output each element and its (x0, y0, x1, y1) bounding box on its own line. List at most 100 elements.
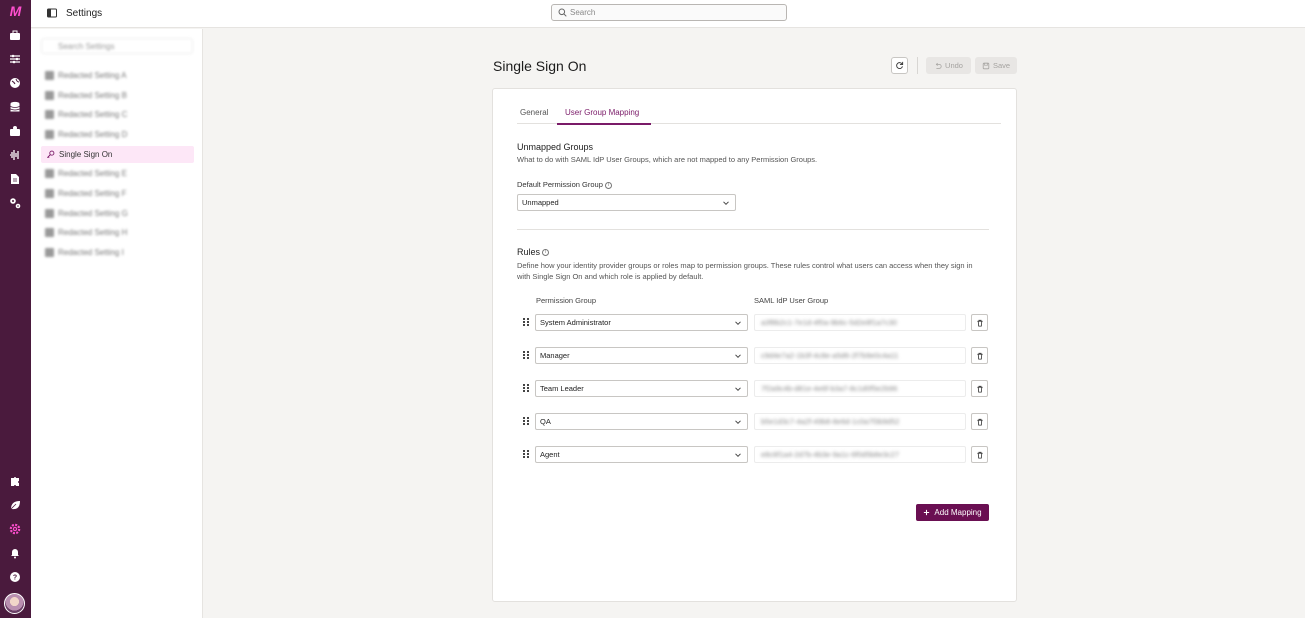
redacted-icon (45, 228, 54, 237)
drag-handle-icon[interactable] (523, 318, 529, 326)
saml-group-input[interactable]: e8c6f1a4-2d7b-4b3e-9a1c-6f0d5b8e3c27 (754, 446, 966, 463)
undo-button[interactable]: Undo (926, 57, 971, 74)
drag-handle-icon[interactable] (523, 417, 529, 425)
column-header-saml-idp-user-group: SAML IdP User Group (754, 296, 829, 305)
app-title: Settings (66, 8, 103, 19)
delete-rule-button[interactable] (971, 347, 988, 364)
redacted-icon (45, 91, 54, 100)
redacted-icon (45, 130, 54, 139)
sidebar-item-redacted-2[interactable]: Redacted Setting B (41, 87, 194, 104)
redacted-icon (45, 169, 54, 178)
waveform-icon[interactable] (8, 148, 22, 162)
permission-group-select[interactable]: QA (535, 413, 748, 430)
redacted-icon (45, 71, 54, 80)
delete-rule-button[interactable] (971, 413, 988, 430)
database-icon[interactable] (8, 100, 22, 114)
sidebar-item-redacted-4[interactable]: Redacted Setting D (41, 126, 194, 143)
info-icon[interactable]: i (604, 181, 612, 189)
sidebar-item-redacted-9[interactable]: Redacted Setting I (41, 244, 194, 261)
top-bar: Settings (31, 0, 1305, 28)
default-permission-group-label: Default Permission Group i (517, 180, 612, 189)
save-button[interactable]: Save (975, 57, 1017, 74)
briefcase-icon[interactable] (8, 28, 22, 42)
campaign-icon[interactable] (8, 124, 22, 138)
trash-icon (976, 418, 983, 426)
delete-rule-button[interactable] (971, 314, 988, 331)
permission-group-select[interactable]: Manager (535, 347, 748, 364)
trash-icon (976, 352, 983, 360)
permission-group-select[interactable]: Team Leader (535, 380, 748, 397)
refresh-button[interactable] (891, 57, 908, 74)
unmapped-groups-heading: Unmapped Groups (517, 142, 594, 152)
redacted-icon (45, 189, 54, 198)
drag-handle-icon[interactable] (523, 351, 529, 359)
svg-text:?: ? (13, 575, 17, 582)
info-icon[interactable]: i (542, 249, 550, 257)
saml-group-input[interactable]: 7f2a9c4b-d81e-4e6f-b3a7-8c1d0f5e2b96 (754, 380, 966, 397)
active-tab-indicator (557, 123, 651, 125)
chevron-down-icon (735, 453, 741, 458)
save-icon (982, 62, 990, 69)
chevron-down-icon (735, 420, 741, 425)
app-logo[interactable]: M (7, 4, 24, 18)
undo-icon (935, 62, 942, 69)
globe-icon[interactable] (8, 76, 22, 90)
redacted-icon (45, 110, 54, 119)
delete-rule-button[interactable] (971, 446, 988, 463)
puzzle-icon[interactable] (8, 474, 22, 488)
sidebar-item-single-sign-on[interactable]: Single Sign On (41, 146, 194, 163)
drag-handle-icon[interactable] (523, 450, 529, 458)
rules-heading: Rules i (517, 247, 550, 257)
drag-handle-icon[interactable] (523, 384, 529, 392)
gear-icon[interactable] (8, 522, 22, 536)
search-input[interactable] (570, 6, 780, 19)
default-permission-group-select[interactable]: Unmapped (517, 194, 736, 211)
sidebar-item-redacted-3[interactable]: Redacted Setting C (41, 106, 194, 123)
saml-group-input[interactable]: a3f8b2c1-7e1d-4f0a-9b6c-5d2e8f1a7c30 (754, 314, 966, 331)
global-search[interactable] (551, 4, 787, 21)
bell-icon[interactable] (8, 546, 22, 560)
plus-icon (924, 509, 930, 516)
permission-group-select[interactable]: System Administrator (535, 314, 748, 331)
tab-general[interactable]: General (520, 108, 548, 117)
leaf-icon[interactable] (8, 498, 22, 512)
add-mapping-button[interactable]: Add Mapping (916, 504, 989, 521)
permission-group-select[interactable]: Agent (535, 446, 748, 463)
settings-search-input[interactable]: Search Settings (41, 38, 193, 54)
sidebar-item-redacted-1[interactable]: Redacted Setting A (41, 67, 194, 84)
refresh-icon (896, 61, 904, 70)
sidebar-item-redacted-5[interactable]: Redacted Setting E (41, 165, 194, 182)
chevron-down-icon (735, 321, 741, 326)
sso-settings-card: General User Group Mapping Unmapped Grou… (492, 88, 1017, 602)
trash-icon (976, 385, 983, 393)
rules-description: Define how your identity provider groups… (517, 261, 973, 281)
sidebar-item-redacted-8[interactable]: Redacted Setting H (41, 224, 194, 241)
trash-icon (976, 319, 983, 327)
saml-group-input[interactable]: c9d4e7a2-1b3f-4c8e-a5d6-2f7b9e0c4a11 (754, 347, 966, 364)
delete-rule-button[interactable] (971, 380, 988, 397)
unmapped-groups-description: What to do with SAML IdP User Groups, wh… (517, 155, 818, 164)
settings-gears-icon[interactable] (8, 196, 22, 210)
redacted-icon (45, 248, 54, 257)
redacted-icon (45, 209, 54, 218)
chevron-down-icon (735, 387, 741, 392)
column-header-permission-group: Permission Group (536, 296, 597, 305)
app-rail: M ? (0, 0, 31, 618)
sliders-icon[interactable] (8, 52, 22, 66)
search-icon (558, 8, 567, 17)
help-icon[interactable]: ? (8, 570, 22, 584)
key-icon (45, 150, 55, 160)
tab-user-group-mapping[interactable]: User Group Mapping (565, 108, 639, 117)
saml-group-input[interactable]: b5e1d3c7-4a2f-49b8-8e6d-1c0a7f3b9d52 (754, 413, 966, 430)
chevron-down-icon (723, 201, 729, 206)
trash-icon (976, 451, 983, 459)
document-icon[interactable] (8, 172, 22, 186)
sidebar-toggle-icon[interactable] (47, 8, 57, 18)
sidebar-item-redacted-7[interactable]: Redacted Setting G (41, 205, 194, 222)
sidebar-item-redacted-6[interactable]: Redacted Setting F (41, 185, 194, 202)
settings-sidenav: Search Settings Redacted Setting A Redac… (31, 29, 203, 618)
avatar[interactable] (4, 593, 25, 614)
chevron-down-icon (735, 354, 741, 359)
tab-bar: General User Group Mapping (517, 103, 1001, 125)
toolbar-divider (917, 57, 918, 74)
